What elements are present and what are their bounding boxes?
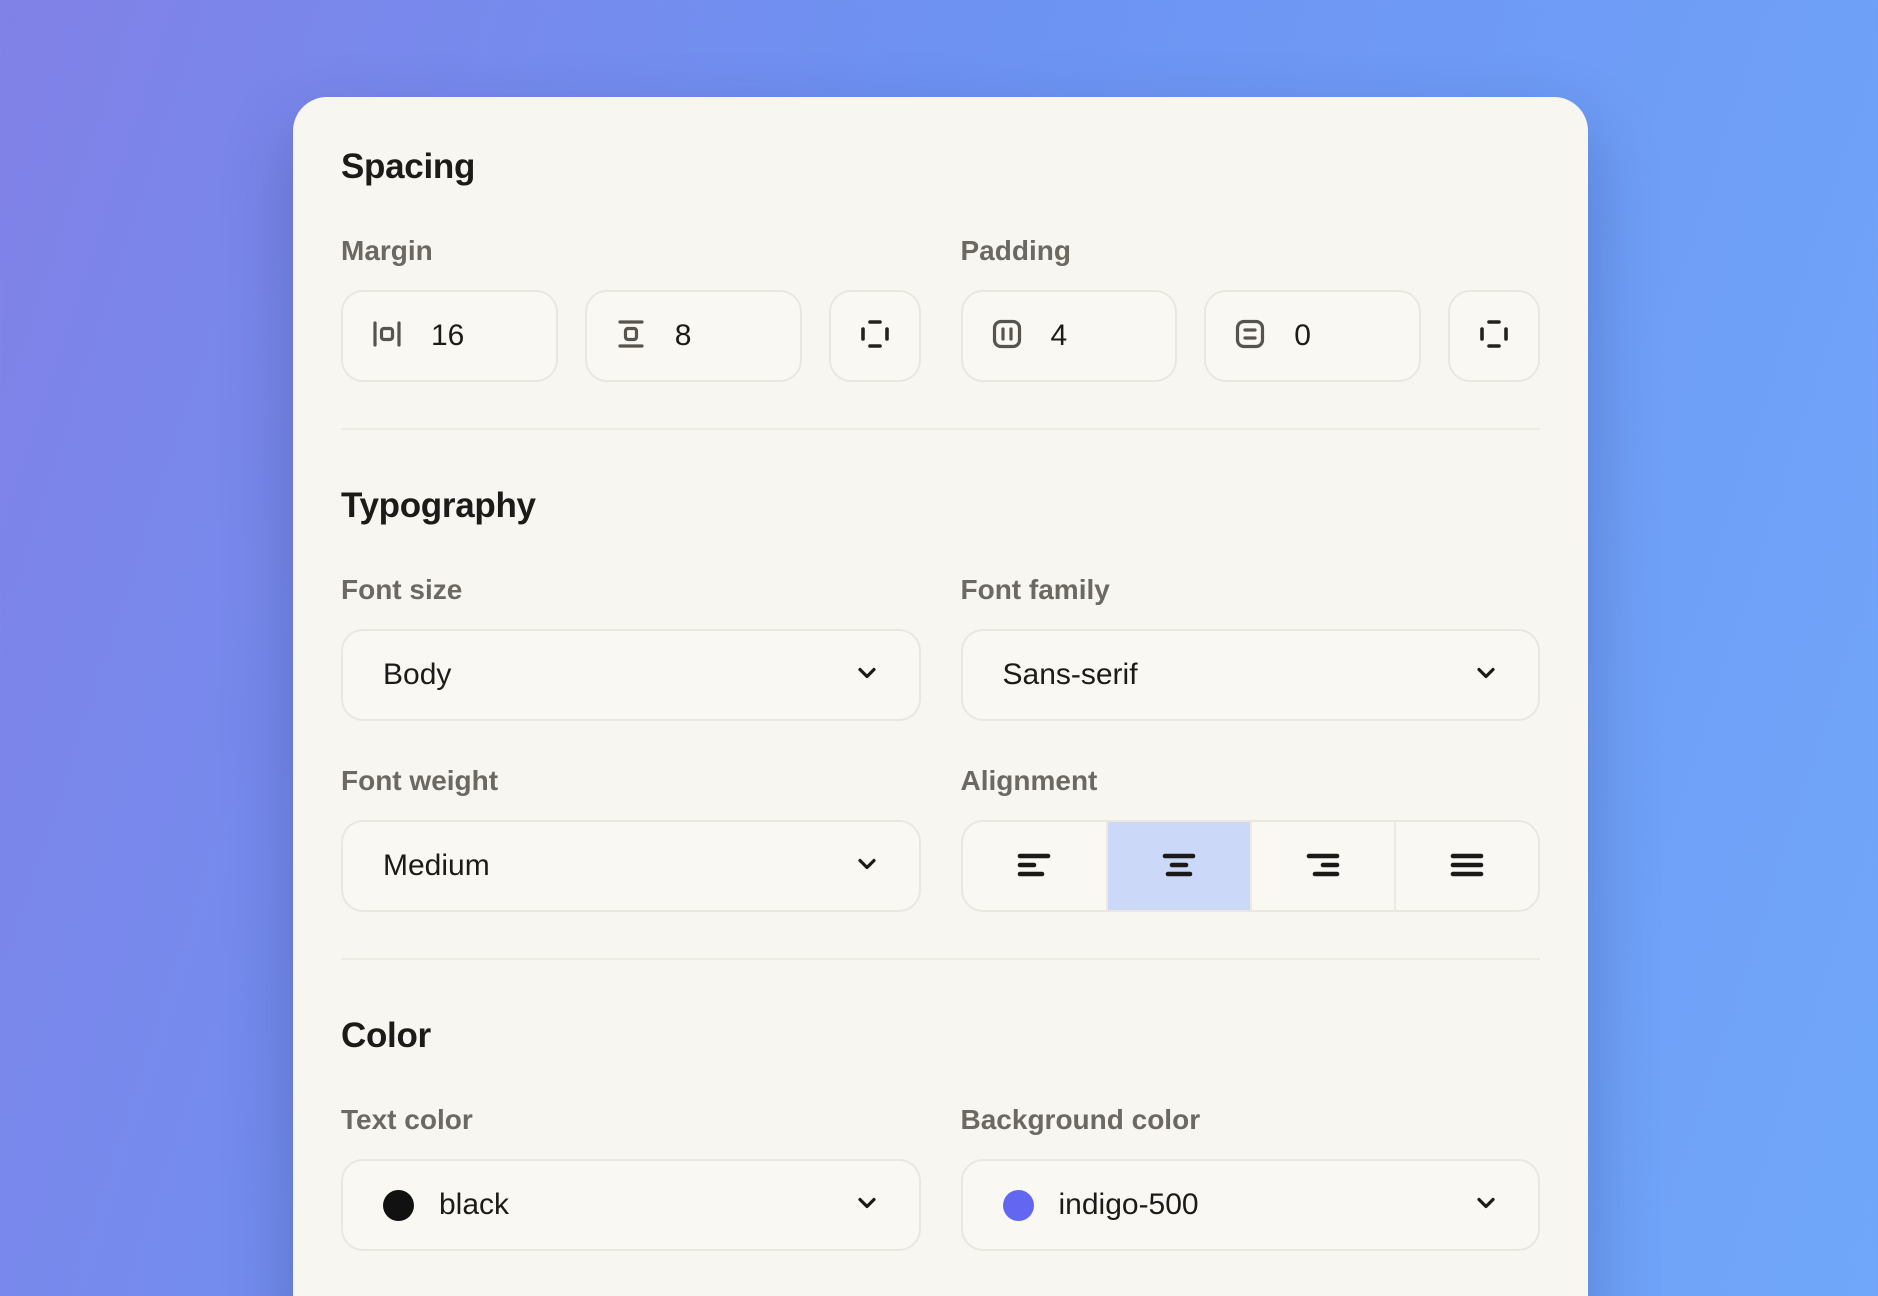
font-family-select[interactable]: Sans-serif [961,629,1541,721]
font-weight-select[interactable]: Medium [341,820,921,912]
font-family-group: Font family Sans-serif [961,572,1541,721]
font-weight-value: Medium [383,849,490,883]
text-color-label: Text color [341,1102,921,1137]
margin-horizontal-input[interactable] [431,319,546,353]
font-size-select[interactable]: Body [341,629,921,721]
padding-individual-sides-icon [1476,316,1512,357]
chevron-down-icon [1470,1187,1502,1224]
spacing-section: Margin [341,233,1540,382]
font-weight-group: Font weight Medium [341,763,921,912]
alignment-segmented-control [961,820,1541,912]
text-color-select[interactable]: black [341,1159,921,1251]
padding-individual-sides-button[interactable] [1448,290,1540,382]
alignment-group: Alignment [961,763,1541,912]
align-justify-icon [1445,847,1489,886]
padding-horizontal-input[interactable] [1051,319,1166,353]
section-divider [341,428,1540,430]
font-weight-label: Font weight [341,763,921,798]
text-color-group: Text color black [341,1102,921,1251]
chevron-down-icon [851,657,883,694]
section-divider [341,958,1540,960]
padding-group: Padding [961,233,1541,382]
chevron-down-icon [1470,657,1502,694]
chevron-down-icon [851,848,883,885]
properties-panel: Spacing Margin [293,97,1588,1296]
margin-horizontal-icon [369,316,405,357]
font-size-value: Body [383,658,451,692]
align-center-button[interactable] [1106,822,1250,910]
font-family-label: Font family [961,572,1541,607]
padding-label: Padding [961,233,1541,268]
color-section: Text color black Background color indigo… [341,1102,1540,1251]
padding-vertical-icon [1232,316,1268,357]
alignment-label: Alignment [961,763,1541,798]
background-color-group: Background color indigo-500 [961,1102,1541,1251]
padding-vertical-input[interactable] [1294,319,1409,353]
margin-individual-sides-icon [857,316,893,357]
align-left-icon [1012,847,1056,886]
text-color-value: black [439,1188,509,1222]
margin-group: Margin [341,233,921,382]
align-justify-button[interactable] [1394,822,1538,910]
chevron-down-icon [851,1187,883,1224]
padding-vertical-field[interactable] [1204,290,1421,382]
text-color-swatch [383,1190,414,1221]
font-size-group: Font size Body [341,572,921,721]
align-right-button[interactable] [1250,822,1394,910]
background-color-label: Background color [961,1102,1541,1137]
margin-vertical-field[interactable] [585,290,802,382]
margin-vertical-input[interactable] [675,319,790,353]
color-section-title: Color [341,1016,1540,1056]
font-family-value: Sans-serif [1003,658,1138,692]
margin-horizontal-field[interactable] [341,290,558,382]
margin-vertical-icon [613,316,649,357]
align-left-button[interactable] [963,822,1107,910]
font-size-label: Font size [341,572,921,607]
padding-horizontal-icon [989,316,1025,357]
padding-controls [961,290,1541,382]
margin-individual-sides-button[interactable] [829,290,921,382]
background-color-select[interactable]: indigo-500 [961,1159,1541,1251]
typography-section-title: Typography [341,486,1540,526]
spacing-section-title: Spacing [341,147,1540,187]
background-color-swatch [1003,1190,1034,1221]
background-color-value: indigo-500 [1059,1188,1199,1222]
margin-controls [341,290,921,382]
margin-label: Margin [341,233,921,268]
align-right-icon [1301,847,1345,886]
padding-horizontal-field[interactable] [961,290,1178,382]
typography-section: Font size Body Font family Sans-serif Fo… [341,572,1540,912]
align-center-icon [1157,847,1201,886]
